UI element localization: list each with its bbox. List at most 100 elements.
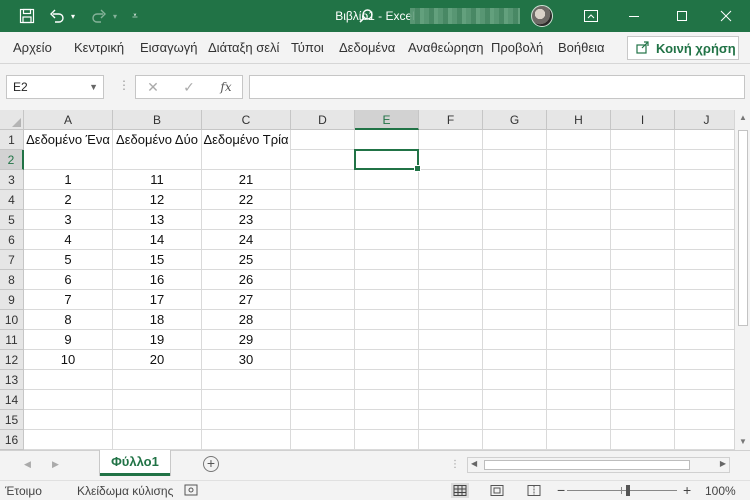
- cell-H15[interactable]: [547, 410, 611, 430]
- share-button[interactable]: Κοινή χρήση: [627, 36, 739, 60]
- cell-D11[interactable]: [291, 330, 355, 350]
- row-header[interactable]: 2: [0, 150, 24, 170]
- row-header[interactable]: 3: [0, 170, 24, 190]
- normal-view-icon[interactable]: [451, 483, 469, 498]
- data-cell[interactable]: 30: [202, 350, 291, 370]
- cell-G13[interactable]: [483, 370, 547, 390]
- cell-G11[interactable]: [483, 330, 547, 350]
- accessibility-icon[interactable]: [184, 483, 202, 498]
- cell-H8[interactable]: [547, 270, 611, 290]
- cell-I12[interactable]: [611, 350, 675, 370]
- row-header[interactable]: 13: [0, 370, 24, 390]
- customize-qat-icon[interactable]: ⩡: [128, 0, 142, 32]
- row-header[interactable]: 14: [0, 390, 24, 410]
- cell-E15[interactable]: [355, 410, 419, 430]
- cell-E7[interactable]: [355, 250, 419, 270]
- cell-J5[interactable]: [675, 210, 739, 230]
- column-header[interactable]: I: [611, 110, 675, 130]
- sheet-tab-active[interactable]: Φύλλο1: [100, 450, 170, 476]
- cell-D12[interactable]: [291, 350, 355, 370]
- cell-J16[interactable]: [675, 430, 739, 450]
- cell-E14[interactable]: [355, 390, 419, 410]
- cell-G16[interactable]: [483, 430, 547, 450]
- horizontal-scroll-thumb[interactable]: [484, 460, 690, 470]
- row-header[interactable]: 7: [0, 250, 24, 270]
- cell-C15[interactable]: [202, 410, 291, 430]
- cell-B13[interactable]: [113, 370, 202, 390]
- data-cell[interactable]: 21: [202, 170, 291, 190]
- zoom-slider[interactable]: [567, 490, 677, 491]
- data-cell[interactable]: 9: [24, 330, 113, 350]
- cell-D16[interactable]: [291, 430, 355, 450]
- row-header[interactable]: 8: [0, 270, 24, 290]
- zoom-level[interactable]: 100%: [705, 484, 736, 498]
- cell-F3[interactable]: [419, 170, 483, 190]
- spreadsheet-grid[interactable]: A B C D E F G H I J 1 2 3 4 5 6 7 8 9 10 11 12 13 14 15 16 Δεδομέν…: [0, 110, 750, 450]
- column-header[interactable]: B: [113, 110, 202, 130]
- cell-I1[interactable]: [611, 130, 675, 150]
- cell-A14[interactable]: [24, 390, 113, 410]
- zoom-in-button[interactable]: +: [683, 482, 691, 498]
- minimize-icon[interactable]: [620, 0, 648, 32]
- cell-H16[interactable]: [547, 430, 611, 450]
- cell-I16[interactable]: [611, 430, 675, 450]
- tab-formulas[interactable]: Τύποι: [291, 32, 324, 64]
- data-cell[interactable]: 28: [202, 310, 291, 330]
- header-cell-A1[interactable]: Δεδομένο Ένα: [24, 130, 113, 170]
- data-cell[interactable]: 29: [202, 330, 291, 350]
- insert-function-icon[interactable]: fx: [210, 75, 242, 99]
- cell-D1[interactable]: [291, 130, 355, 150]
- cell-F12[interactable]: [419, 350, 483, 370]
- undo-icon[interactable]: [46, 0, 68, 32]
- tab-view[interactable]: Προβολή: [491, 32, 543, 64]
- cell-H14[interactable]: [547, 390, 611, 410]
- cell-D14[interactable]: [291, 390, 355, 410]
- cell-J12[interactable]: [675, 350, 739, 370]
- page-layout-view-icon[interactable]: [488, 483, 506, 498]
- cell-G7[interactable]: [483, 250, 547, 270]
- data-cell[interactable]: 12: [113, 190, 202, 210]
- cell-E8[interactable]: [355, 270, 419, 290]
- data-cell[interactable]: 2: [24, 190, 113, 210]
- data-cell[interactable]: 8: [24, 310, 113, 330]
- cell-I7[interactable]: [611, 250, 675, 270]
- cell-H4[interactable]: [547, 190, 611, 210]
- data-cell[interactable]: 20: [113, 350, 202, 370]
- cell-D7[interactable]: [291, 250, 355, 270]
- cell-C13[interactable]: [202, 370, 291, 390]
- header-cell-C1[interactable]: Δεδομένο Τρία: [202, 130, 291, 170]
- row-header[interactable]: 9: [0, 290, 24, 310]
- header-cell-B1[interactable]: Δεδομένο Δύο: [113, 130, 202, 170]
- cell-H2[interactable]: [547, 150, 611, 170]
- cell-E4[interactable]: [355, 190, 419, 210]
- cell-I11[interactable]: [611, 330, 675, 350]
- cell-D5[interactable]: [291, 210, 355, 230]
- tab-page-layout[interactable]: Διάταξη σελί: [208, 32, 279, 64]
- add-sheet-icon[interactable]: +: [203, 456, 219, 472]
- cell-I9[interactable]: [611, 290, 675, 310]
- cell-F2[interactable]: [419, 150, 483, 170]
- cell-F7[interactable]: [419, 250, 483, 270]
- cell-H5[interactable]: [547, 210, 611, 230]
- cell-E1[interactable]: [355, 130, 419, 150]
- page-break-view-icon[interactable]: [525, 483, 543, 498]
- data-cell[interactable]: 18: [113, 310, 202, 330]
- name-box-dropdown-icon[interactable]: ▼: [89, 76, 98, 98]
- row-header[interactable]: 10: [0, 310, 24, 330]
- cell-D13[interactable]: [291, 370, 355, 390]
- cell-H3[interactable]: [547, 170, 611, 190]
- scroll-left-icon[interactable]: ◀: [471, 459, 477, 468]
- cell-E3[interactable]: [355, 170, 419, 190]
- maximize-icon[interactable]: [668, 0, 696, 32]
- cell-H7[interactable]: [547, 250, 611, 270]
- cell-D9[interactable]: [291, 290, 355, 310]
- cell-E10[interactable]: [355, 310, 419, 330]
- avatar[interactable]: [531, 5, 553, 27]
- cell-H12[interactable]: [547, 350, 611, 370]
- cell-F11[interactable]: [419, 330, 483, 350]
- cell-J2[interactable]: [675, 150, 739, 170]
- data-cell[interactable]: 25: [202, 250, 291, 270]
- cell-I14[interactable]: [611, 390, 675, 410]
- cell-G12[interactable]: [483, 350, 547, 370]
- cell-H10[interactable]: [547, 310, 611, 330]
